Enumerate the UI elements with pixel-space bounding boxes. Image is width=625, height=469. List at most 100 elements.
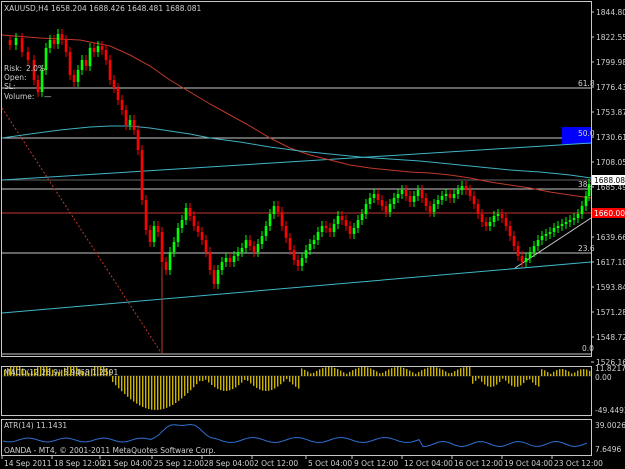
macd-bar	[502, 376, 504, 379]
volume-value: —	[44, 92, 52, 101]
macd-bar	[427, 367, 429, 376]
candle-body	[208, 252, 212, 270]
macd-bar	[424, 368, 426, 376]
macd-bar	[358, 367, 360, 376]
price-axis-label: 1548.72	[596, 333, 625, 342]
candle-body	[336, 216, 340, 224]
macd-bar	[463, 367, 465, 376]
macd-bar	[433, 367, 435, 376]
candle-body	[500, 214, 504, 218]
price-axis[interactable]: 1844.80 1822.55 1799.98 1776.43 1753.87 1730.…	[591, 8, 625, 367]
candle-body	[308, 244, 312, 250]
candle-body	[40, 70, 44, 92]
macd-bar	[268, 376, 270, 391]
candle-body	[96, 46, 100, 52]
macd-bar	[307, 371, 309, 376]
price-axis-label: 1593.84	[596, 283, 625, 292]
candle-body	[408, 196, 412, 202]
macd-bar	[298, 376, 300, 389]
macd-bar	[217, 376, 219, 389]
candle-body	[180, 220, 184, 228]
fib-0-label: 0.0	[582, 344, 594, 353]
macd-bar	[178, 376, 180, 401]
macd-bar	[517, 376, 519, 387]
macd-bar	[187, 376, 189, 394]
macd-bar	[295, 376, 297, 387]
candle-body	[516, 246, 520, 256]
macd-bar	[220, 376, 222, 391]
macd-bar	[124, 376, 126, 395]
candle-body	[292, 250, 296, 260]
candle-body	[388, 204, 392, 212]
macd-bar	[391, 368, 393, 376]
candle-body	[26, 52, 30, 60]
candle-body	[456, 190, 460, 194]
candle-body	[484, 222, 488, 226]
candle-body	[376, 194, 380, 200]
candle-body	[412, 196, 416, 202]
price-axis-label: 1822.55	[596, 33, 625, 42]
macd-bar	[337, 369, 339, 376]
candle-body	[192, 216, 196, 226]
time-axis-label: 2 Oct 12:00	[254, 459, 298, 468]
candle-body	[564, 222, 568, 224]
macd-bar	[334, 367, 336, 376]
candle-body	[60, 34, 64, 40]
macd-bar	[190, 376, 192, 391]
macd-bar	[529, 376, 531, 380]
candle-body	[188, 208, 192, 216]
candle-body	[344, 220, 348, 226]
macd-bar	[436, 367, 438, 376]
macd-bar	[346, 373, 348, 376]
macd-bar	[589, 370, 591, 376]
candle-body	[328, 228, 332, 232]
candle-body	[288, 238, 292, 250]
candle-body	[104, 50, 108, 60]
candle-body	[80, 60, 84, 70]
macd-bar	[559, 369, 561, 376]
macd-bar	[412, 372, 414, 376]
macd-bar	[121, 376, 123, 392]
candle-body	[528, 252, 532, 258]
candle-body	[72, 75, 76, 82]
macd-bar	[454, 371, 456, 376]
macd-bar	[457, 369, 459, 376]
volume-label: Volume:	[4, 92, 34, 101]
macd-bar	[394, 367, 396, 376]
candle-body	[88, 48, 92, 66]
macd-bar	[157, 376, 159, 410]
macd-bar	[370, 368, 372, 376]
macd-bar	[541, 369, 543, 376]
price-axis-label: 1639.66	[596, 233, 625, 242]
time-axis[interactable]: 14 Sep 2011 18 Sep 12:0021 Sep 04:00 25 Se…	[1, 456, 603, 468]
candle-body	[112, 80, 116, 88]
macd-bar	[373, 369, 375, 376]
macd-bar	[514, 376, 516, 387]
trading-chart[interactable]: XAUUSD,H4 1658.204 1688.426 1648.481 168…	[0, 0, 625, 469]
macd-bar	[538, 376, 540, 387]
candle-body	[404, 190, 408, 196]
candle-body	[280, 212, 284, 226]
copyright-footer: OANDA - MT4, © 2001-2011 MetaQuotes Soft…	[4, 446, 216, 455]
red-line-price-tag: 1660.00	[594, 209, 625, 218]
candle-body	[100, 46, 104, 50]
macd-bar	[550, 373, 552, 376]
candle-body	[136, 130, 140, 150]
macd-bar	[145, 376, 147, 409]
candle-body	[352, 228, 356, 234]
macd-bar	[421, 370, 423, 376]
sl-label: SL:	[4, 82, 15, 91]
candle-body	[36, 80, 40, 92]
macd-bar	[223, 376, 225, 391]
candle-body	[300, 258, 304, 266]
candle-body	[320, 226, 324, 232]
macd-bar	[343, 372, 345, 376]
candle-body	[496, 214, 500, 216]
candle-body	[400, 190, 404, 194]
time-axis-label: 16 Oct 12:00	[454, 459, 503, 468]
price-axis-label: 1753.87	[596, 108, 625, 117]
candle-body	[256, 244, 260, 252]
candle-body	[464, 186, 468, 190]
macd-axis-bottom: -49.4492	[595, 406, 625, 415]
candle-body	[52, 40, 56, 44]
